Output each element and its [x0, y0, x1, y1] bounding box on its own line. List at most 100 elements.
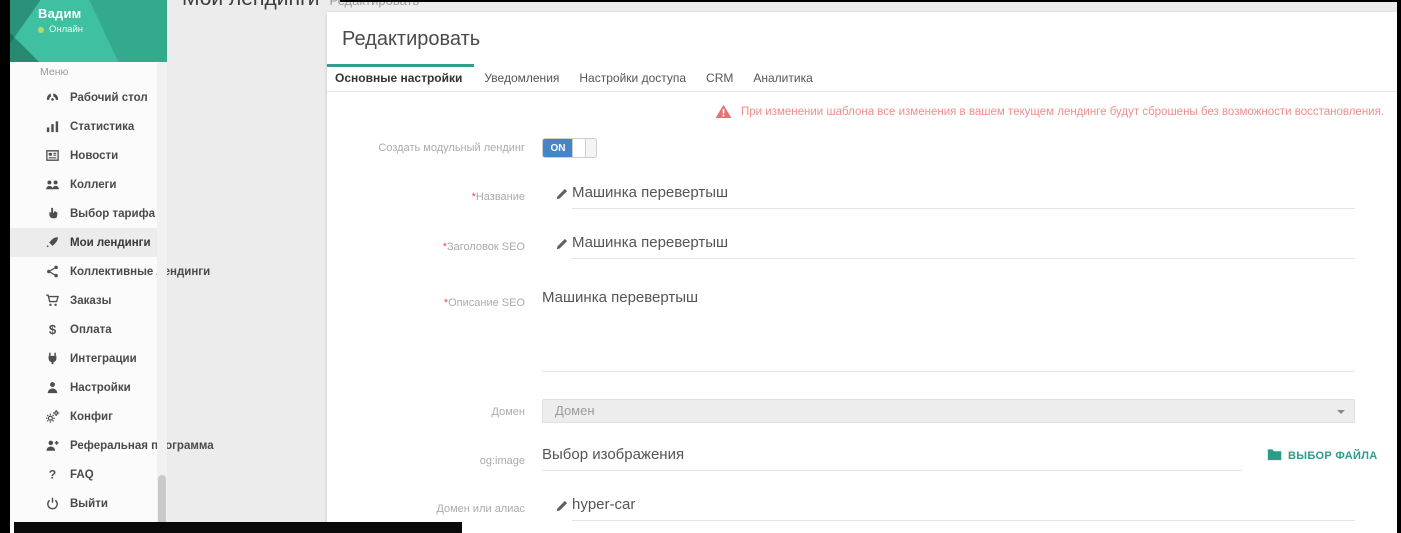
- sidebar-item-label: Оплата: [70, 324, 112, 336]
- og-image-input[interactable]: [542, 446, 1242, 471]
- tab-label: Основные настройки: [335, 71, 462, 85]
- question-icon: ?: [44, 467, 60, 483]
- user-icon: [44, 380, 60, 396]
- modular-landing-toggle[interactable]: ON: [542, 138, 597, 158]
- plug-icon: [44, 351, 60, 367]
- warning-text: При изменении шаблона все изменения в ва…: [741, 104, 1384, 118]
- toggle-on-label: ON: [543, 139, 573, 157]
- svg-text:?: ?: [48, 468, 55, 482]
- colleagues-icon: [44, 177, 60, 193]
- pencil-icon: [555, 499, 569, 513]
- user-name: Вадим: [38, 6, 81, 21]
- field-label: Создать модульный лендинг: [327, 142, 525, 154]
- form-row-alias: Домен или алиас: [327, 494, 1397, 524]
- sidebar-item-tariff[interactable]: Выбор тарифа: [10, 199, 167, 228]
- dollar-icon: $: [44, 322, 60, 338]
- toggle-knob: [572, 139, 586, 157]
- tab-crm[interactable]: CRM: [696, 64, 743, 92]
- user-status-label: Онлайн: [49, 24, 83, 35]
- choose-file-button[interactable]: ВЫБОР ФАЙЛА: [1267, 448, 1378, 464]
- form-row-og-image: og:image ВЫБОР ФАЙЛА: [327, 444, 1397, 474]
- sidebar-item-label: Новости: [70, 150, 118, 162]
- sidebar-menu: Рабочий стол Статистика Новости Коллеги …: [10, 83, 167, 518]
- tariff-icon: [44, 206, 60, 222]
- sidebar-item-referral[interactable]: Реферальная программа: [10, 431, 167, 460]
- field-label: og:image: [327, 455, 525, 467]
- sidebar-item-label: FAQ: [70, 469, 94, 481]
- domain-select-placeholder: Домен: [555, 403, 595, 418]
- choose-file-label: ВЫБОР ФАЙЛА: [1288, 450, 1378, 462]
- window-bottom-edge: [14, 522, 462, 533]
- chevron-down-icon: [1337, 410, 1345, 414]
- tab-label: Уведомления: [484, 71, 559, 85]
- title-input[interactable]: [572, 184, 1355, 209]
- form-row-modular-toggle: Создать модульный лендинг ON: [327, 138, 1397, 168]
- sidebar-user-panel: Вадим Онлайн: [10, 0, 167, 62]
- tab-analytics[interactable]: Аналитика: [743, 64, 822, 92]
- sidebar-item-news[interactable]: Новости: [10, 141, 167, 170]
- stats-icon: [44, 119, 60, 135]
- tab-label: CRM: [706, 71, 733, 85]
- tab-bar: Основные настройки Уведомления Настройки…: [327, 64, 1397, 92]
- edit-card: Редактировать список Основные настройки …: [327, 12, 1397, 533]
- sidebar-item-logout[interactable]: Выйти: [10, 489, 167, 518]
- card-header: Редактировать список: [327, 12, 1397, 64]
- sidebar-item-desktop[interactable]: Рабочий стол: [10, 83, 167, 112]
- cogs-icon: [44, 409, 60, 425]
- power-icon: [44, 496, 60, 512]
- sidebar-item-label: Реферальная программа: [70, 440, 214, 452]
- sidebar-section-label: Меню: [40, 66, 68, 78]
- field-label: *Название: [327, 191, 525, 203]
- share-icon: [44, 264, 60, 280]
- domain-select[interactable]: Домен: [542, 399, 1355, 423]
- sidebar-item-label: Интеграции: [70, 353, 137, 365]
- sidebar-item-orders[interactable]: Заказы: [10, 286, 167, 315]
- sidebar-item-faq[interactable]: ? FAQ: [10, 460, 167, 489]
- user-status: Онлайн: [38, 24, 83, 35]
- sidebar-scrollbar[interactable]: [157, 62, 167, 533]
- sidebar-item-label: Коллективные лендинги: [70, 266, 210, 278]
- tab-main-settings[interactable]: Основные настройки: [327, 64, 474, 92]
- sidebar-item-settings[interactable]: Настройки: [10, 373, 167, 402]
- sidebar-item-colleagues[interactable]: Коллеги: [10, 170, 167, 199]
- warning-banner: При изменении шаблона все изменения в ва…: [715, 104, 1384, 124]
- folder-icon: [1267, 448, 1282, 464]
- online-dot-icon: [38, 27, 44, 33]
- pencil-icon: [555, 237, 569, 251]
- dashboard-icon: [44, 90, 60, 106]
- sidebar-item-integrations[interactable]: Интеграции: [10, 344, 167, 373]
- sidebar-item-label: Выйти: [70, 498, 108, 510]
- warning-icon: [715, 104, 732, 124]
- page-title: Редактировать: [342, 28, 480, 51]
- tab-label: Аналитика: [753, 71, 812, 85]
- form-row-seo-description: *Описание SEO Машинка перевертыш: [327, 286, 1397, 376]
- form-row-domain: Домен Домен: [327, 399, 1397, 425]
- sidebar-item-config[interactable]: Конфиг: [10, 402, 167, 431]
- window-top-edge: [340, 0, 1397, 2]
- tab-notifications[interactable]: Уведомления: [474, 64, 569, 92]
- sidebar-item-statistics[interactable]: Статистика: [10, 112, 167, 141]
- field-label: *Заголовок SEO: [327, 241, 525, 253]
- sidebar-item-my-landings[interactable]: Мои лендинги: [10, 228, 167, 257]
- seo-title-input[interactable]: [572, 234, 1355, 259]
- field-label: Домен или алиас: [327, 503, 525, 515]
- field-label: *Описание SEO: [327, 297, 525, 309]
- sidebar-item-label: Статистика: [70, 121, 134, 133]
- app-window: Мои лендинги Редактировать Вадим Онлайн М…: [10, 0, 1397, 533]
- sidebar-item-label: Настройки: [70, 382, 131, 394]
- user-plus-icon: [44, 438, 60, 454]
- alias-input[interactable]: [572, 496, 1355, 521]
- sidebar-item-label: Коллеги: [70, 179, 116, 191]
- breadcrumb-primary: Мои лендинги: [182, 0, 319, 10]
- sidebar-item-label: Заказы: [70, 295, 111, 307]
- sidebar-item-collective-landings[interactable]: Коллективные лендинги: [10, 257, 167, 286]
- svg-text:$: $: [48, 322, 56, 337]
- news-icon: [44, 148, 60, 164]
- cart-icon: [44, 293, 60, 309]
- sidebar-item-label: Конфиг: [70, 411, 113, 423]
- tab-access-settings[interactable]: Настройки доступа: [569, 64, 696, 92]
- sidebar-item-payment[interactable]: $ Оплата: [10, 315, 167, 344]
- landings-icon: [44, 235, 60, 251]
- seo-description-textarea[interactable]: Машинка перевертыш: [542, 288, 1355, 372]
- sidebar-item-label: Мои лендинги: [70, 237, 151, 249]
